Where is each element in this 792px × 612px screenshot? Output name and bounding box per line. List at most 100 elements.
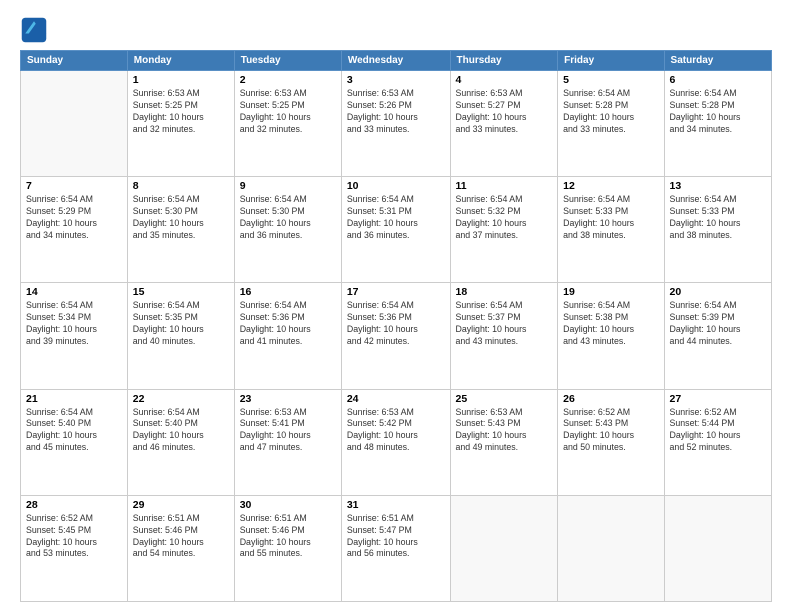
day-info: Sunrise: 6:54 AM Sunset: 5:40 PM Dayligh… [26,407,122,455]
calendar-cell: 16 Sunrise: 6:54 AM Sunset: 5:36 PM Dayli… [234,283,341,389]
day-number: 16 [240,286,336,298]
day-info: Sunrise: 6:54 AM Sunset: 5:30 PM Dayligh… [133,194,229,242]
day-number: 24 [347,393,445,405]
calendar-cell: 23 Sunrise: 6:53 AM Sunset: 5:41 PM Dayli… [234,389,341,495]
day-info: Sunrise: 6:53 AM Sunset: 5:27 PM Dayligh… [456,88,553,136]
weekday-header-wednesday: Wednesday [341,51,450,71]
calendar-cell: 29Sunrise: 6:51 AM Sunset: 5:46 PM Dayli… [127,495,234,601]
day-number: 21 [26,393,122,405]
day-info: Sunrise: 6:51 AM Sunset: 5:46 PM Dayligh… [240,513,336,561]
day-number: 25 [456,393,553,405]
calendar-week-row: 14 Sunrise: 6:54 AM Sunset: 5:34 PM Dayli… [21,283,772,389]
day-number: 31 [347,499,445,511]
calendar-body: 1Sunrise: 6:53 AM Sunset: 5:25 PM Daylig… [21,71,772,602]
calendar-cell: 4 Sunrise: 6:53 AM Sunset: 5:27 PM Daylig… [450,71,558,177]
calendar-cell: 30 Sunrise: 6:51 AM Sunset: 5:46 PM Dayli… [234,495,341,601]
day-info: Sunrise: 6:54 AM Sunset: 5:34 PM Dayligh… [26,300,122,348]
day-info: Sunrise: 6:54 AM Sunset: 5:36 PM Dayligh… [240,300,336,348]
day-number: 5 [563,74,658,86]
calendar-cell: 26Sunrise: 6:52 AM Sunset: 5:43 PM Dayli… [558,389,664,495]
day-number: 17 [347,286,445,298]
day-number: 10 [347,180,445,192]
calendar-cell: 9Sunrise: 6:54 AM Sunset: 5:30 PM Daylig… [234,177,341,283]
calendar-week-row: 28 Sunrise: 6:52 AM Sunset: 5:45 PM Dayli… [21,495,772,601]
day-number: 20 [670,286,766,298]
day-info: Sunrise: 6:53 AM Sunset: 5:42 PM Dayligh… [347,407,445,455]
calendar-cell: 13Sunrise: 6:54 AM Sunset: 5:33 PM Dayli… [664,177,771,283]
calendar-week-row: 21 Sunrise: 6:54 AM Sunset: 5:40 PM Dayli… [21,389,772,495]
day-number: 12 [563,180,658,192]
day-info: Sunrise: 6:51 AM Sunset: 5:47 PM Dayligh… [347,513,445,561]
calendar-header-row: SundayMondayTuesdayWednesdayThursdayFrid… [21,51,772,71]
calendar-cell: 8Sunrise: 6:54 AM Sunset: 5:30 PM Daylig… [127,177,234,283]
calendar-cell: 19Sunrise: 6:54 AM Sunset: 5:38 PM Dayli… [558,283,664,389]
calendar-cell: 2Sunrise: 6:53 AM Sunset: 5:25 PM Daylig… [234,71,341,177]
day-number: 30 [240,499,336,511]
day-number: 14 [26,286,122,298]
day-info: Sunrise: 6:54 AM Sunset: 5:38 PM Dayligh… [563,300,658,348]
day-info: Sunrise: 6:54 AM Sunset: 5:28 PM Dayligh… [563,88,658,136]
day-info: Sunrise: 6:54 AM Sunset: 5:33 PM Dayligh… [563,194,658,242]
day-info: Sunrise: 6:54 AM Sunset: 5:39 PM Dayligh… [670,300,766,348]
calendar-week-row: 7 Sunrise: 6:54 AM Sunset: 5:29 PM Daylig… [21,177,772,283]
calendar-cell: 5 Sunrise: 6:54 AM Sunset: 5:28 PM Daylig… [558,71,664,177]
calendar-cell [21,71,128,177]
day-number: 7 [26,180,122,192]
logo [20,16,52,44]
day-info: Sunrise: 6:54 AM Sunset: 5:40 PM Dayligh… [133,407,229,455]
day-info: Sunrise: 6:52 AM Sunset: 5:43 PM Dayligh… [563,407,658,455]
calendar-cell: 25 Sunrise: 6:53 AM Sunset: 5:43 PM Dayli… [450,389,558,495]
day-info: Sunrise: 6:54 AM Sunset: 5:28 PM Dayligh… [670,88,766,136]
calendar-cell: 10 Sunrise: 6:54 AM Sunset: 5:31 PM Dayli… [341,177,450,283]
day-info: Sunrise: 6:54 AM Sunset: 5:31 PM Dayligh… [347,194,445,242]
day-number: 27 [670,393,766,405]
day-number: 15 [133,286,229,298]
calendar-cell: 21 Sunrise: 6:54 AM Sunset: 5:40 PM Dayli… [21,389,128,495]
calendar-cell: 7 Sunrise: 6:54 AM Sunset: 5:29 PM Daylig… [21,177,128,283]
day-info: Sunrise: 6:54 AM Sunset: 5:36 PM Dayligh… [347,300,445,348]
day-info: Sunrise: 6:51 AM Sunset: 5:46 PM Dayligh… [133,513,229,561]
day-info: Sunrise: 6:52 AM Sunset: 5:45 PM Dayligh… [26,513,122,561]
day-number: 1 [133,74,229,86]
weekday-header-sunday: Sunday [21,51,128,71]
calendar-cell: 12 Sunrise: 6:54 AM Sunset: 5:33 PM Dayli… [558,177,664,283]
header [20,16,772,44]
day-number: 28 [26,499,122,511]
calendar-cell: 31 Sunrise: 6:51 AM Sunset: 5:47 PM Dayli… [341,495,450,601]
day-number: 23 [240,393,336,405]
calendar-week-row: 1Sunrise: 6:53 AM Sunset: 5:25 PM Daylig… [21,71,772,177]
calendar-cell: 22 Sunrise: 6:54 AM Sunset: 5:40 PM Dayli… [127,389,234,495]
calendar-cell: 27 Sunrise: 6:52 AM Sunset: 5:44 PM Dayli… [664,389,771,495]
calendar-cell: 17 Sunrise: 6:54 AM Sunset: 5:36 PM Dayli… [341,283,450,389]
day-info: Sunrise: 6:52 AM Sunset: 5:44 PM Dayligh… [670,407,766,455]
day-info: Sunrise: 6:53 AM Sunset: 5:41 PM Dayligh… [240,407,336,455]
day-number: 22 [133,393,229,405]
day-info: Sunrise: 6:53 AM Sunset: 5:43 PM Dayligh… [456,407,553,455]
calendar-cell: 24 Sunrise: 6:53 AM Sunset: 5:42 PM Dayli… [341,389,450,495]
day-number: 18 [456,286,553,298]
day-info: Sunrise: 6:54 AM Sunset: 5:29 PM Dayligh… [26,194,122,242]
weekday-header-friday: Friday [558,51,664,71]
calendar-cell [450,495,558,601]
weekday-header-thursday: Thursday [450,51,558,71]
calendar-cell [558,495,664,601]
day-number: 11 [456,180,553,192]
day-number: 13 [670,180,766,192]
day-number: 6 [670,74,766,86]
calendar-cell [664,495,771,601]
day-info: Sunrise: 6:54 AM Sunset: 5:32 PM Dayligh… [456,194,553,242]
calendar-cell: 11 Sunrise: 6:54 AM Sunset: 5:32 PM Dayli… [450,177,558,283]
calendar-table: SundayMondayTuesdayWednesdayThursdayFrid… [20,50,772,602]
day-number: 9 [240,180,336,192]
calendar-cell: 1Sunrise: 6:53 AM Sunset: 5:25 PM Daylig… [127,71,234,177]
day-info: Sunrise: 6:54 AM Sunset: 5:37 PM Dayligh… [456,300,553,348]
page: SundayMondayTuesdayWednesdayThursdayFrid… [0,0,792,612]
weekday-header-saturday: Saturday [664,51,771,71]
day-number: 4 [456,74,553,86]
logo-icon [20,16,48,44]
calendar-cell: 20 Sunrise: 6:54 AM Sunset: 5:39 PM Dayli… [664,283,771,389]
calendar-cell: 15Sunrise: 6:54 AM Sunset: 5:35 PM Dayli… [127,283,234,389]
calendar-cell: 14 Sunrise: 6:54 AM Sunset: 5:34 PM Dayli… [21,283,128,389]
weekday-header-tuesday: Tuesday [234,51,341,71]
day-info: Sunrise: 6:53 AM Sunset: 5:26 PM Dayligh… [347,88,445,136]
